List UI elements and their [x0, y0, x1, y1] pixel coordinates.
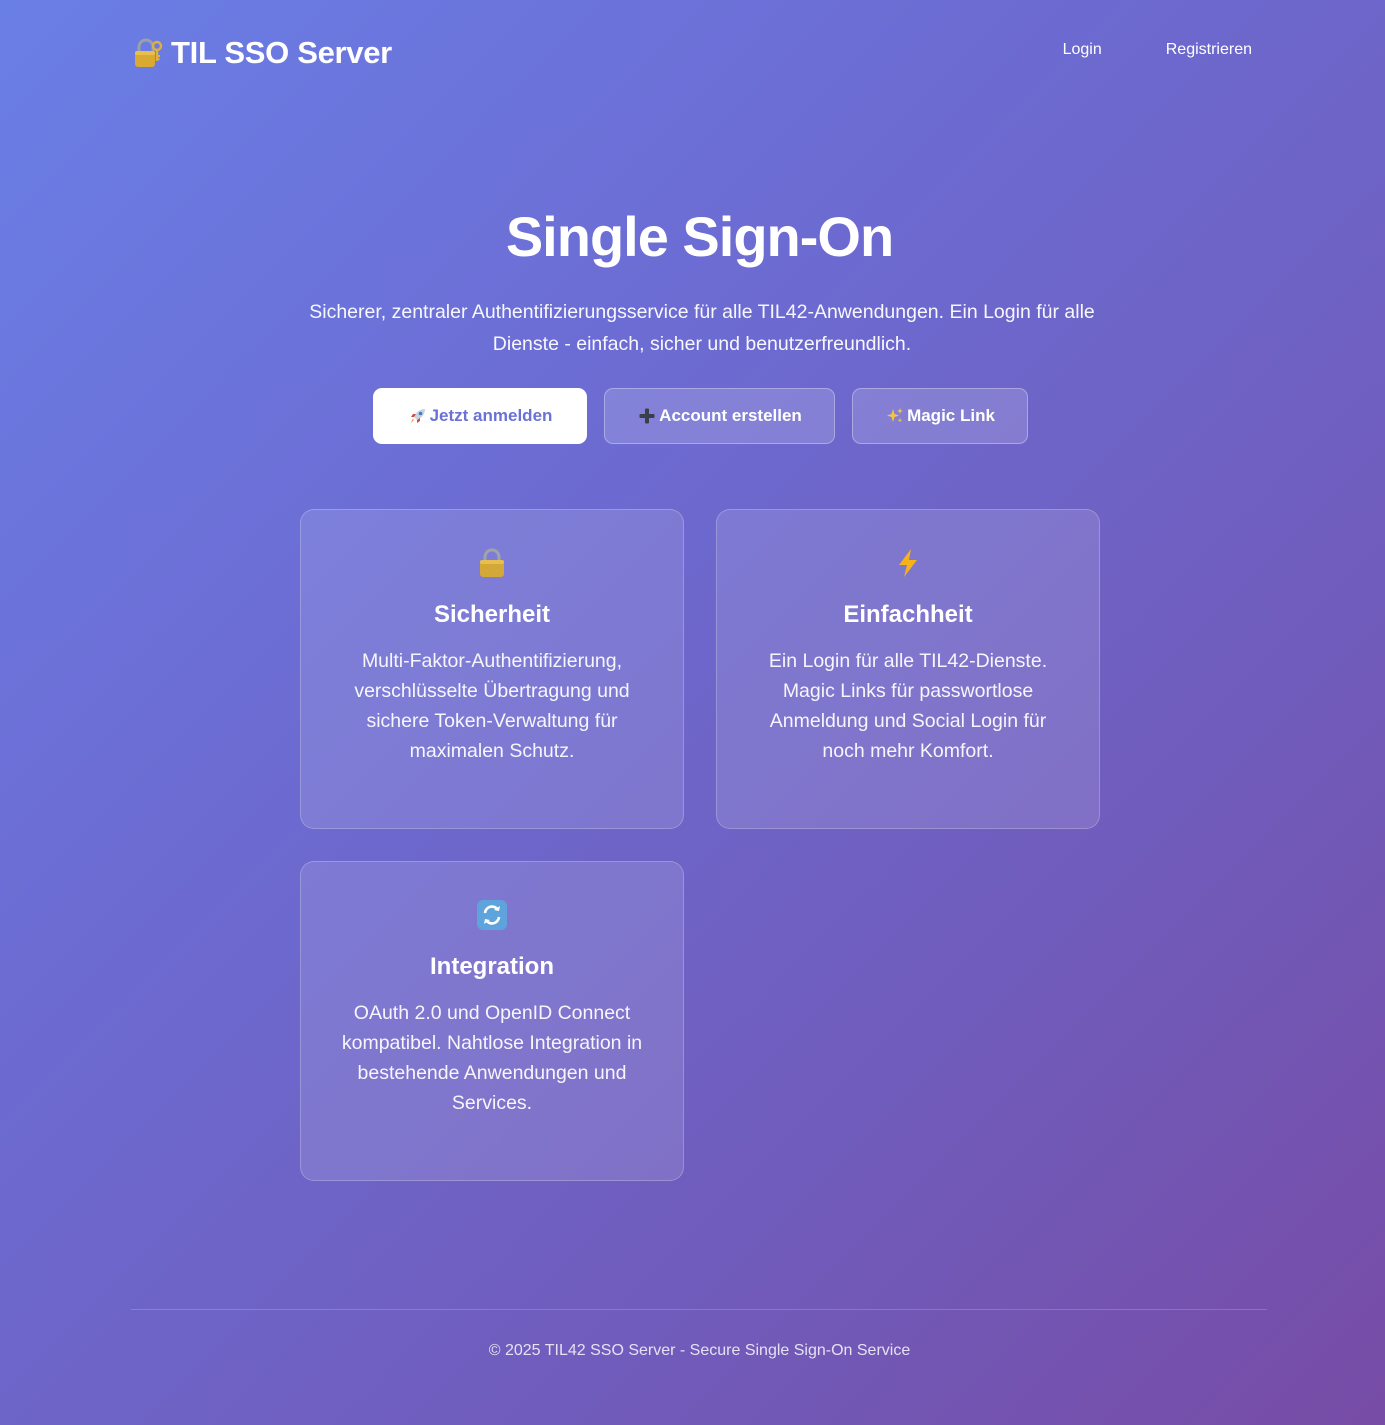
hero-title: Single Sign-On — [505, 205, 894, 268]
feature-card-simplicity: Einfachheit Ein Login für alle TIL42-Die… — [716, 509, 1100, 829]
magic-link-label: Magic Link — [907, 406, 995, 425]
rocket-icon — [408, 406, 428, 426]
lightning-icon — [717, 546, 1099, 580]
sparkles-icon — [885, 406, 905, 426]
feature-text: Multi-Faktor-Authentifizierung, verschlü… — [354, 650, 630, 762]
top-nav: Login Registrieren — [1063, 41, 1252, 59]
magic-link-button[interactable]: Magic Link — [852, 388, 1028, 444]
feature-title: Einfachheit — [843, 601, 973, 628]
brand[interactable]: TIL SSO Server — [131, 33, 392, 73]
footer-copyright: © 2025 TIL42 SSO Server - Secure Single … — [488, 1342, 911, 1359]
login-button[interactable]: Jetzt anmelden — [373, 388, 587, 444]
brand-title: TIL SSO Server — [171, 35, 392, 70]
feature-title: Sicherheit — [433, 601, 551, 628]
plus-icon — [637, 406, 657, 426]
refresh-arrows-icon — [301, 898, 683, 932]
feature-text: OAuth 2.0 und OpenID Connect kompatibel.… — [341, 1002, 643, 1114]
login-button-label: Jetzt anmelden — [429, 406, 553, 425]
nav-login-link[interactable]: Login — [1063, 41, 1102, 59]
hero: Single Sign-On Sicherer, zentraler Authe… — [0, 200, 1385, 360]
create-account-label: Account erstellen — [659, 406, 802, 425]
feature-text: Ein Login für alle TIL42-Dienste. Magic … — [768, 650, 1048, 762]
feature-card-integration: Integration OAuth 2.0 und OpenID Connect… — [300, 861, 684, 1181]
padlock-icon — [301, 546, 683, 580]
hero-actions: Jetzt anmelden Account erstellen Magic L… — [373, 388, 1028, 444]
nav-register-link[interactable]: Registrieren — [1166, 41, 1252, 59]
footer-divider — [131, 1309, 1267, 1310]
create-account-button[interactable]: Account erstellen — [604, 388, 835, 444]
feature-title: Integration — [430, 953, 554, 980]
lock-with-key-icon — [131, 37, 163, 69]
feature-card-security: Sicherheit Multi-Faktor-Authentifizierun… — [300, 509, 684, 829]
hero-subtitle: Sicherer, zentraler Authentifizierungsse… — [309, 301, 1095, 355]
site-header: TIL SSO Server Login Registrieren — [0, 0, 1385, 106]
